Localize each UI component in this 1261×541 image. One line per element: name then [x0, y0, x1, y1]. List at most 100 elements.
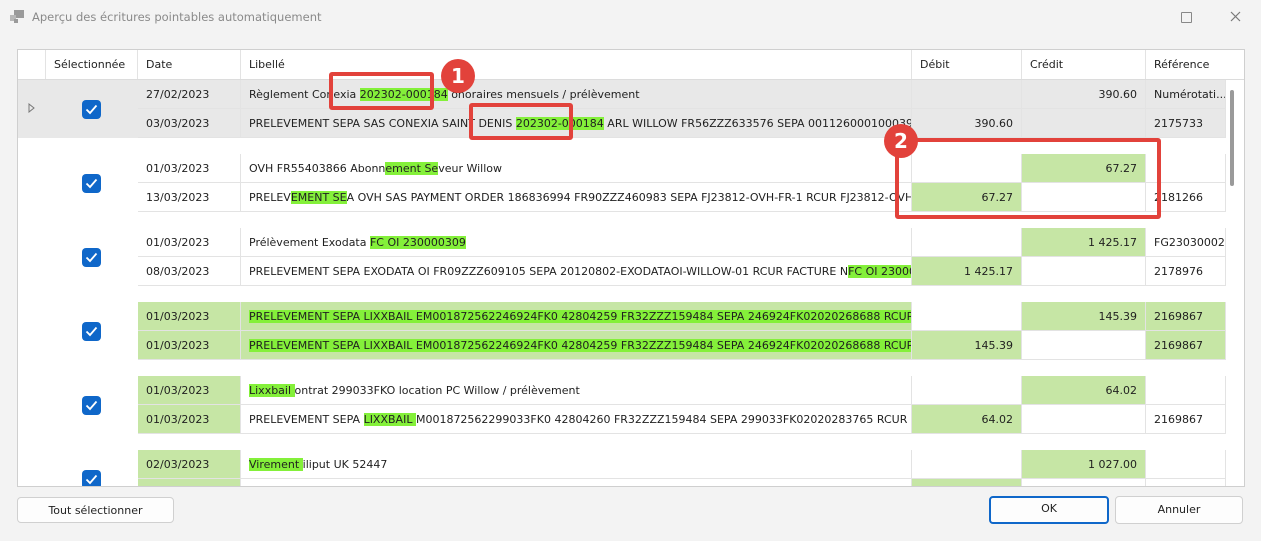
credit-cell: 64.02	[1022, 376, 1146, 405]
table-row[interactable]: 01/03/2023 PRELEVEMENT SEPA LIXXBAIL M001…	[138, 405, 1226, 434]
label-match-highlight: PRELEVEMENT SEPA LIXXBAIL EM001872562246…	[249, 339, 911, 352]
reference-cell: 2169867	[1146, 331, 1226, 360]
header-credit[interactable]: Crédit	[1022, 50, 1146, 79]
table-row[interactable]: 02/03/2023VIREMENT SEPA EMIS VERS LILIPU…	[138, 479, 1226, 486]
entry-group: 27/02/2023 Règlement Conexia 202302-00018…	[18, 80, 1226, 138]
credit-cell: 390.60	[1022, 80, 1146, 109]
reference-cell: 2169867	[1146, 405, 1226, 434]
table-row[interactable]: 02/03/2023 Virement iliput UK 52447 1 027.…	[138, 450, 1226, 479]
annotation-box-amounts	[895, 138, 1161, 219]
label-match-highlight: FC OI 230000309	[369, 236, 466, 249]
label-cell: Virement iliput UK 52447	[241, 450, 912, 479]
date-cell: 01/03/2023	[138, 405, 241, 434]
debit-cell	[912, 302, 1022, 331]
ok-button[interactable]: OK	[989, 496, 1109, 524]
title-bar: Aperçu des écritures pointables automati…	[0, 0, 1261, 34]
reference-cell: 2169867	[1146, 302, 1226, 331]
debit-cell	[912, 228, 1022, 257]
vertical-scrollbar[interactable]	[1230, 90, 1234, 186]
label-text: Prélèvement Exodata	[249, 236, 370, 249]
credit-cell: 145.39	[1022, 302, 1146, 331]
table-row[interactable]: 01/03/2023 PRELEVEMENT SEPA LIXXBAIL EM00…	[138, 302, 1226, 331]
annotation-box-reference-1	[329, 72, 434, 110]
selected-checkbox[interactable]	[82, 396, 101, 415]
label-match-highlight: Lixxbail	[249, 384, 295, 397]
label-text: onoraires mensuels / prélèvement	[447, 88, 640, 101]
label-cell: PRELEVEMENT SEPA LIXXBAIL EM001872562246…	[241, 331, 912, 360]
selected-checkbox[interactable]	[82, 174, 101, 193]
label-match-highlight: Virement	[249, 458, 303, 471]
entry-group: 01/03/2023 PRELEVEMENT SEPA LIXXBAIL EM00…	[18, 302, 1226, 360]
date-cell: 01/03/2023	[138, 331, 241, 360]
label-text: PRELEVEMENT SEPA	[249, 413, 364, 426]
reference-cell: Numérotati...	[1146, 80, 1226, 109]
date-cell: 03/03/2023	[138, 109, 241, 138]
debit-cell	[912, 80, 1022, 109]
label-match-highlight: ement Se	[385, 162, 439, 175]
credit-cell	[1022, 331, 1146, 360]
label-text: ARL WILLOW FR56ZZZ633576 SEPA 0011260001…	[607, 117, 912, 130]
entries-grid[interactable]: Sélectionnée Date Libellé Débit Crédit R…	[17, 49, 1245, 487]
header-spacer	[18, 50, 46, 79]
close-button[interactable]	[1212, 0, 1258, 34]
debit-cell: 64.02	[912, 405, 1022, 434]
label-text: PRELEVEMENT SEPA EXODATA OI FR09ZZZ60910…	[249, 265, 849, 278]
entry-group: 01/03/2023 Prélèvement Exodata FC OI 2300…	[18, 228, 1226, 286]
label-cell: PRELEVEMENT SEPA LIXXBAIL M0018725622990…	[241, 405, 912, 434]
header-selected[interactable]: Sélectionnée	[46, 50, 138, 79]
debit-cell: 1 027.00	[912, 479, 1022, 486]
credit-cell	[1022, 257, 1146, 286]
entry-group: 01/03/2023 Lixxbail ontrat 299033FKO loca…	[18, 376, 1226, 434]
date-cell: 01/03/2023	[138, 376, 241, 405]
annotation-box-reference-2	[469, 103, 573, 140]
close-icon	[1230, 11, 1241, 22]
date-cell: 01/03/2023	[138, 154, 241, 183]
debit-cell: 145.39	[912, 331, 1022, 360]
label-text: ontrat 299033FKO location PC Willow / pr…	[294, 384, 580, 397]
selected-checkbox[interactable]	[82, 322, 101, 341]
label-text: OVH FR55403866 Abonn	[249, 162, 386, 175]
table-row[interactable]: 01/03/2023 Prélèvement Exodata FC OI 2300…	[138, 228, 1226, 257]
header-debit[interactable]: Débit	[912, 50, 1022, 79]
selected-checkbox[interactable]	[82, 470, 101, 486]
label-text: M001872562299033FK0 42804260 FR32ZZZ1594…	[415, 413, 911, 426]
window-title: Aperçu des écritures pointables automati…	[32, 10, 322, 24]
table-row[interactable]: 03/03/2023 PRELEVEMENT SEPA SAS CONEXIA S…	[138, 109, 1226, 138]
select-all-button[interactable]: Tout sélectionner	[17, 497, 174, 523]
selected-checkbox[interactable]	[82, 248, 101, 267]
label-text: PRELEV	[249, 191, 291, 204]
table-row[interactable]: 08/03/2023 PRELEVEMENT SEPA EXODATA OI FR…	[138, 257, 1226, 286]
credit-cell	[1022, 109, 1146, 138]
date-cell: 02/03/2023	[138, 450, 241, 479]
reference-cell: 2180561	[1146, 479, 1226, 486]
debit-cell: 390.60	[912, 109, 1022, 138]
maximize-button[interactable]	[1163, 0, 1209, 34]
table-row[interactable]: 01/03/2023 Lixxbail ontrat 299033FKO loca…	[138, 376, 1226, 405]
label-cell: PRELEVEMENT SEA OVH SAS PAYMENT ORDER 18…	[241, 183, 912, 212]
table-row[interactable]: 27/02/2023 Règlement Conexia 202302-00018…	[138, 80, 1226, 109]
credit-cell	[1022, 405, 1146, 434]
header-date[interactable]: Date	[138, 50, 241, 79]
label-cell: Prélèvement Exodata FC OI 230000309	[241, 228, 912, 257]
date-cell: 02/03/2023	[138, 479, 241, 486]
date-cell: 01/03/2023	[138, 302, 241, 331]
label-cell: Lixxbail ontrat 299033FKO location PC Wi…	[241, 376, 912, 405]
label-text: A OVH SAS PAYMENT ORDER 186836994 FR90ZZ…	[346, 191, 912, 204]
reference-cell	[1146, 450, 1226, 479]
label-match-highlight: LIXXBAIL	[363, 413, 416, 426]
reference-cell	[1146, 376, 1226, 405]
reference-cell: FG23030002	[1146, 228, 1226, 257]
credit-cell: 1 425.17	[1022, 228, 1146, 257]
label-cell: PRELEVEMENT SEPA SAS CONEXIA SAINT DENIS…	[241, 109, 912, 138]
expand-row-icon[interactable]	[28, 103, 36, 113]
reference-cell: 2175733	[1146, 109, 1226, 138]
maximize-icon	[1181, 12, 1192, 23]
cancel-button[interactable]: Annuler	[1115, 496, 1243, 524]
date-cell: 27/02/2023	[138, 80, 241, 109]
debit-cell	[912, 376, 1022, 405]
header-reference[interactable]: Référence	[1146, 50, 1244, 79]
label-match-highlight: PRELEVEMENT SEPA LIXXBAIL EM001872562246…	[249, 310, 911, 323]
selected-checkbox[interactable]	[82, 100, 101, 119]
table-row[interactable]: 01/03/2023 PRELEVEMENT SEPA LIXXBAIL EM00…	[138, 331, 1226, 360]
credit-cell: 1 027.00	[1022, 450, 1146, 479]
